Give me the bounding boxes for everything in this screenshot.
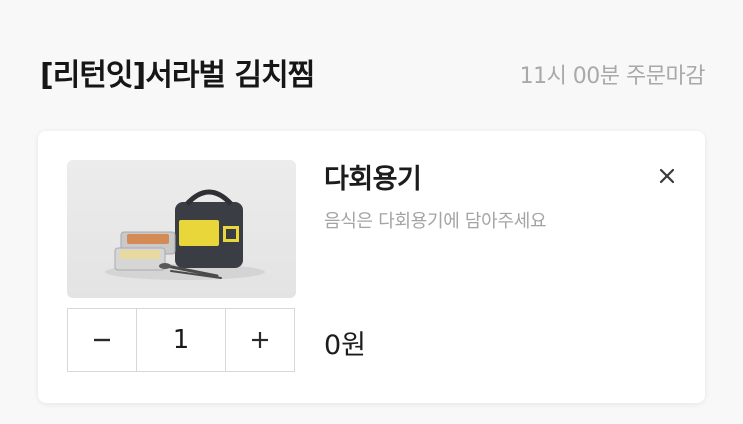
store-name: [리턴잇]서라벌 김치찜	[40, 58, 315, 93]
order-deadline: 11시 00분 주문마감	[519, 64, 706, 89]
decrement-button[interactable]	[68, 309, 136, 371]
minus-icon	[94, 338, 110, 342]
cart-item-card: 다회용기 음식은 다회용기에 담아주세요 1 0원	[38, 131, 705, 403]
close-icon	[659, 168, 675, 184]
plus-icon	[252, 332, 268, 348]
item-title: 다회용기	[324, 164, 422, 195]
remove-item-button[interactable]	[652, 161, 682, 191]
cart-page: [리턴잇]서라벌 김치찜 11시 00분 주문마감 다회용기 음식은 다회용기에…	[0, 0, 743, 424]
quantity-stepper: 1	[67, 308, 295, 372]
item-description: 음식은 다회용기에 담아주세요	[324, 211, 547, 232]
product-image	[67, 160, 296, 298]
increment-button[interactable]	[226, 309, 294, 371]
item-price: 0원	[324, 330, 367, 361]
store-header: [리턴잇]서라벌 김치찜 11시 00분 주문마감	[40, 48, 706, 96]
quantity-value: 1	[136, 309, 226, 371]
